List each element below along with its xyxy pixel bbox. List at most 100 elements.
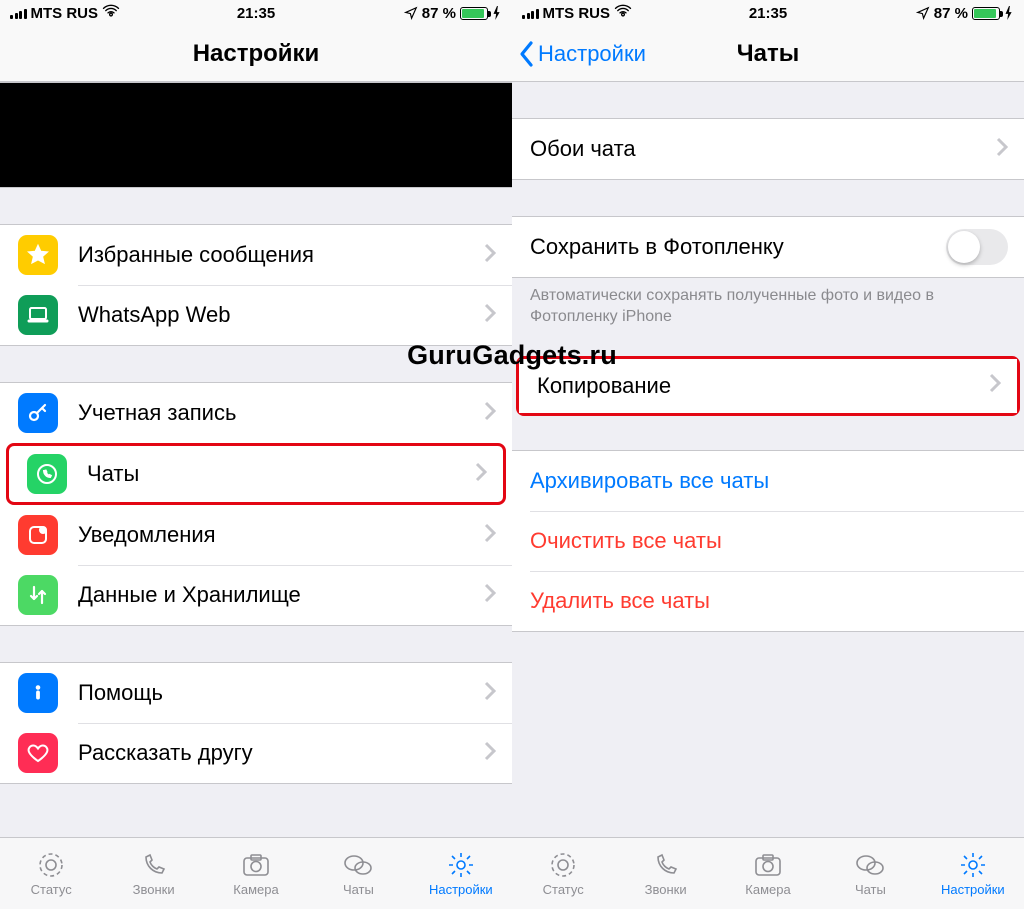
tab-status[interactable]: Статус bbox=[512, 838, 614, 909]
row-chats[interactable]: Чаты bbox=[9, 446, 503, 502]
tab-label: Звонки bbox=[133, 882, 175, 897]
battery-percent: 87 % bbox=[422, 5, 456, 22]
laptop-icon bbox=[18, 295, 58, 335]
save-photos-footnote: Автоматически сохранять полученные фото … bbox=[512, 278, 1024, 328]
tab-label: Статус bbox=[543, 882, 584, 897]
row-starred-messages[interactable]: Избранные сообщения bbox=[0, 225, 512, 285]
highlight-backup-row: Копирование bbox=[516, 356, 1020, 416]
row-whatsapp-web[interactable]: WhatsApp Web bbox=[0, 285, 512, 345]
row-label: Обои чата bbox=[530, 136, 996, 162]
row-label: Рассказать другу bbox=[78, 740, 484, 766]
row-clear-all-chats[interactable]: Очистить все чаты bbox=[512, 511, 1024, 571]
row-account[interactable]: Учетная запись bbox=[0, 383, 512, 443]
clock-time: 21:35 bbox=[237, 5, 275, 22]
row-label: Удалить все чаты bbox=[530, 588, 1008, 614]
tab-chats[interactable]: Чаты bbox=[819, 838, 921, 909]
page-title: Настройки bbox=[193, 40, 320, 68]
tab-label: Камера bbox=[745, 882, 790, 897]
cell-signal-icon bbox=[10, 7, 27, 19]
chats-group-actions: Архивировать все чаты Очистить все чаты … bbox=[512, 450, 1024, 632]
heart-icon bbox=[18, 733, 58, 773]
chats-group-backup: Копирование bbox=[519, 359, 1017, 413]
page-title: Чаты bbox=[737, 40, 799, 68]
row-chat-backup[interactable]: Копирование bbox=[519, 359, 1017, 413]
row-label: Помощь bbox=[78, 680, 484, 706]
wifi-icon bbox=[102, 4, 120, 22]
tab-label: Статус bbox=[31, 882, 72, 897]
tab-label: Чаты bbox=[855, 882, 886, 897]
chevron-right-icon bbox=[484, 303, 496, 328]
tab-calls[interactable]: Звонки bbox=[102, 838, 204, 909]
row-tell-a-friend[interactable]: Рассказать другу bbox=[0, 723, 512, 783]
whatsapp-icon bbox=[27, 454, 67, 494]
row-label: Чаты bbox=[87, 461, 475, 487]
row-save-to-camera-roll[interactable]: Сохранить в Фотопленку bbox=[512, 217, 1024, 277]
tab-label: Звонки bbox=[645, 882, 687, 897]
chevron-right-icon bbox=[484, 583, 496, 608]
row-delete-all-chats[interactable]: Удалить все чаты bbox=[512, 571, 1024, 631]
data-arrows-icon bbox=[18, 575, 58, 615]
clock-time: 21:35 bbox=[749, 5, 787, 22]
row-data-storage[interactable]: Данные и Хранилище bbox=[0, 565, 512, 625]
navbar: Настройки bbox=[0, 26, 512, 82]
battery-icon bbox=[972, 7, 1000, 20]
back-button[interactable]: Настройки bbox=[512, 40, 652, 68]
tab-calls[interactable]: Звонки bbox=[614, 838, 716, 909]
tab-settings[interactable]: Настройки bbox=[410, 838, 512, 909]
tab-bar: Статус Звонки Камера Чаты Настройки bbox=[512, 837, 1024, 909]
charging-icon bbox=[1004, 6, 1014, 20]
carrier-name: MTS RUS bbox=[31, 5, 99, 22]
screenshot-left-settings: MTS RUS 21:35 87 % Настройки bbox=[0, 0, 512, 909]
notification-badge-icon bbox=[18, 515, 58, 555]
chevron-right-icon bbox=[484, 741, 496, 766]
row-label: Данные и Хранилище bbox=[78, 582, 484, 608]
charging-icon bbox=[492, 6, 502, 20]
row-label: Архивировать все чаты bbox=[530, 468, 1008, 494]
row-label: Учетная запись bbox=[78, 400, 484, 426]
row-label: WhatsApp Web bbox=[78, 302, 484, 328]
carrier-name: MTS RUS bbox=[543, 5, 611, 22]
location-icon bbox=[404, 6, 418, 20]
row-chat-wallpaper[interactable]: Обои чата bbox=[512, 119, 1024, 179]
battery-icon bbox=[460, 7, 488, 20]
back-label: Настройки bbox=[538, 41, 646, 67]
star-icon bbox=[18, 235, 58, 275]
chats-group-save-photos: Сохранить в Фотопленку bbox=[512, 216, 1024, 278]
tab-camera[interactable]: Камера bbox=[717, 838, 819, 909]
wifi-icon bbox=[614, 4, 632, 22]
chevron-right-icon bbox=[484, 523, 496, 548]
tab-settings[interactable]: Настройки bbox=[922, 838, 1024, 909]
row-label: Копирование bbox=[537, 373, 989, 399]
tab-label: Камера bbox=[233, 882, 278, 897]
chevron-right-icon bbox=[475, 462, 487, 487]
row-help[interactable]: Помощь bbox=[0, 663, 512, 723]
row-archive-all-chats[interactable]: Архивировать все чаты bbox=[512, 451, 1024, 511]
chevron-right-icon bbox=[484, 243, 496, 268]
location-icon bbox=[916, 6, 930, 20]
row-label: Уведомления bbox=[78, 522, 484, 548]
tab-label: Чаты bbox=[343, 882, 374, 897]
tab-label: Настройки bbox=[429, 882, 493, 897]
chevron-right-icon bbox=[484, 401, 496, 426]
chevron-right-icon bbox=[989, 373, 1001, 398]
row-label: Избранные сообщения bbox=[78, 242, 484, 268]
tab-chats[interactable]: Чаты bbox=[307, 838, 409, 909]
tab-status[interactable]: Статус bbox=[0, 838, 102, 909]
battery-percent: 87 % bbox=[934, 5, 968, 22]
key-icon bbox=[18, 393, 58, 433]
cell-signal-icon bbox=[522, 7, 539, 19]
toggle-save-photos[interactable] bbox=[946, 229, 1008, 265]
chevron-right-icon bbox=[484, 681, 496, 706]
row-notifications[interactable]: Уведомления bbox=[0, 505, 512, 565]
settings-group-3: Помощь Рассказать другу bbox=[0, 662, 512, 784]
chevron-right-icon bbox=[996, 137, 1008, 162]
chats-group-wallpaper: Обои чата bbox=[512, 118, 1024, 180]
row-label: Очистить все чаты bbox=[530, 528, 1008, 554]
screenshot-right-chats: MTS RUS 21:35 87 % Настройки Чаты bbox=[512, 0, 1024, 909]
profile-header-redacted[interactable] bbox=[0, 82, 512, 188]
tab-camera[interactable]: Камера bbox=[205, 838, 307, 909]
navbar: Настройки Чаты bbox=[512, 26, 1024, 82]
info-icon bbox=[18, 673, 58, 713]
highlight-chats-row: Чаты bbox=[6, 443, 506, 505]
row-label: Сохранить в Фотопленку bbox=[530, 234, 946, 260]
